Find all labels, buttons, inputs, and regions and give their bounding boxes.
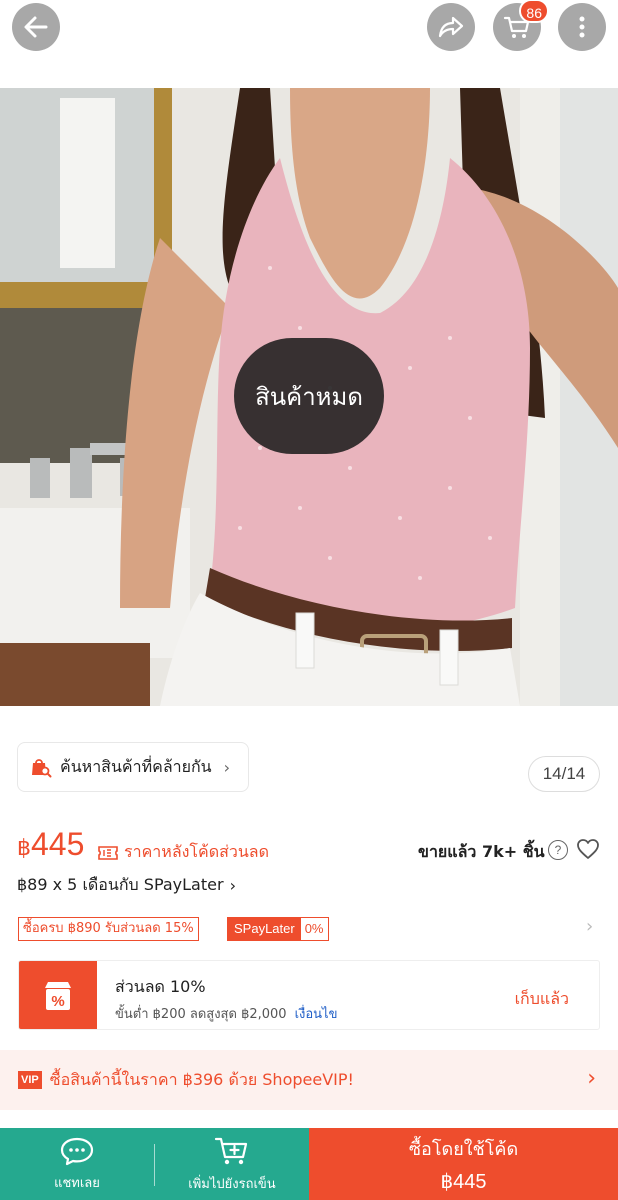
chevron-right-icon: › [223,757,231,777]
add-to-cart-button[interactable]: เพิ่มไปยังรถเข็น [155,1128,309,1200]
chevron-right-icon: › [229,876,236,895]
more-button[interactable] [558,3,606,51]
add-to-cart-label: เพิ่มไปยังรถเข็น [188,1176,276,1192]
installment-offer[interactable]: ฿89 x 5 เดือนกับ SPayLater › [17,873,236,898]
shopping-bag-search-icon [32,759,52,778]
chat-icon [60,1137,94,1165]
vip-badge-icon: VIP [18,1071,42,1089]
add-to-cart-icon [214,1137,248,1164]
chat-label: แชทเลย [54,1175,100,1191]
sold-count: ขายแล้ว 7k+ ชิ้น [418,842,545,861]
product-price: ฿ 445 [17,826,84,863]
spaylater-label: SPayLater [228,918,301,940]
back-arrow-icon [24,16,48,38]
chevron-right-icon: › [587,1066,596,1091]
share-icon [438,16,464,38]
bottom-action-bar: แชทเลย เพิ่มไปยังรถเข็น ซื้อโดยใช้โค้ด ฿… [0,1128,618,1200]
product-image[interactable]: สินค้าหมด [0,88,618,706]
voucher-card[interactable]: % ส่วนลด 10% ขั้นต่ำ ฿200 ลดสูงสุด ฿2,00… [18,960,600,1030]
image-counter: 14/14 [528,756,600,792]
heart-icon[interactable] [576,838,600,860]
share-button[interactable] [427,3,475,51]
cart-count-badge: 86 [519,0,549,23]
sold-out-overlay: สินค้าหมด [234,338,384,454]
spaylater-tag[interactable]: SPayLater 0% [227,917,329,941]
price-after-code[interactable]: ราคาหลังโค้ดส่วนลด [98,840,269,865]
svg-text:%: % [51,993,64,1010]
top-bar: 86 [0,0,618,88]
voucher-title: ส่วนลด 10% [115,977,206,996]
bottom-left-actions: แชทเลย เพิ่มไปยังรถเข็น [0,1128,309,1200]
installment-label: ฿89 x 5 เดือนกับ SPayLater [17,875,224,894]
shopee-vip-banner[interactable]: VIP ซื้อสินค้านี้ในราคา ฿396 ด้วย Shopee… [0,1050,618,1110]
chat-button[interactable]: แชทเลย [0,1128,154,1200]
voucher-icon-panel: % [19,961,97,1029]
price-amount: 445 [31,826,85,862]
spaylater-rate: 0% [304,921,324,936]
buy-price: ฿445 [440,1171,487,1193]
back-button[interactable] [12,3,60,51]
help-icon[interactable]: ? [548,840,568,860]
coupon-icon [98,845,118,860]
buy-with-code-button[interactable]: ซื้อโดยใช้โค้ด ฿445 [309,1128,618,1200]
find-similar-label: ค้นหาสินค้าที่คล้ายกัน [60,756,212,776]
more-icon [579,16,585,38]
price-currency: ฿ [17,835,31,860]
voucher-terms-link[interactable]: เงื่อนไข [295,1007,338,1022]
cart-button[interactable]: 86 [493,0,549,51]
percent-store-icon: % [45,982,71,1010]
voucher-claimed-button[interactable]: เก็บแล้ว [515,987,569,1012]
spend-discount-tag[interactable]: ซื้อครบ ฿890 รับส่วนลด 15% [18,917,199,941]
price-after-code-label: ราคาหลังโค้ดส่วนลด [124,842,269,861]
voucher-condition-text: ขั้นต่ำ ฿200 ลดสูงสุด ฿2,000 [115,1007,287,1022]
buy-with-code-label: ซื้อโดยใช้โค้ด [408,1139,519,1160]
vip-offer-text: ซื้อสินค้านี้ในราคา ฿396 ด้วย ShopeeVIP! [49,1069,354,1089]
voucher-condition: ขั้นต่ำ ฿200 ลดสูงสุด ฿2,000 เงื่อนไข [115,1003,337,1024]
chevron-right-icon[interactable]: › [586,916,593,937]
find-similar-button[interactable]: ค้นหาสินค้าที่คล้ายกัน › [17,742,250,792]
